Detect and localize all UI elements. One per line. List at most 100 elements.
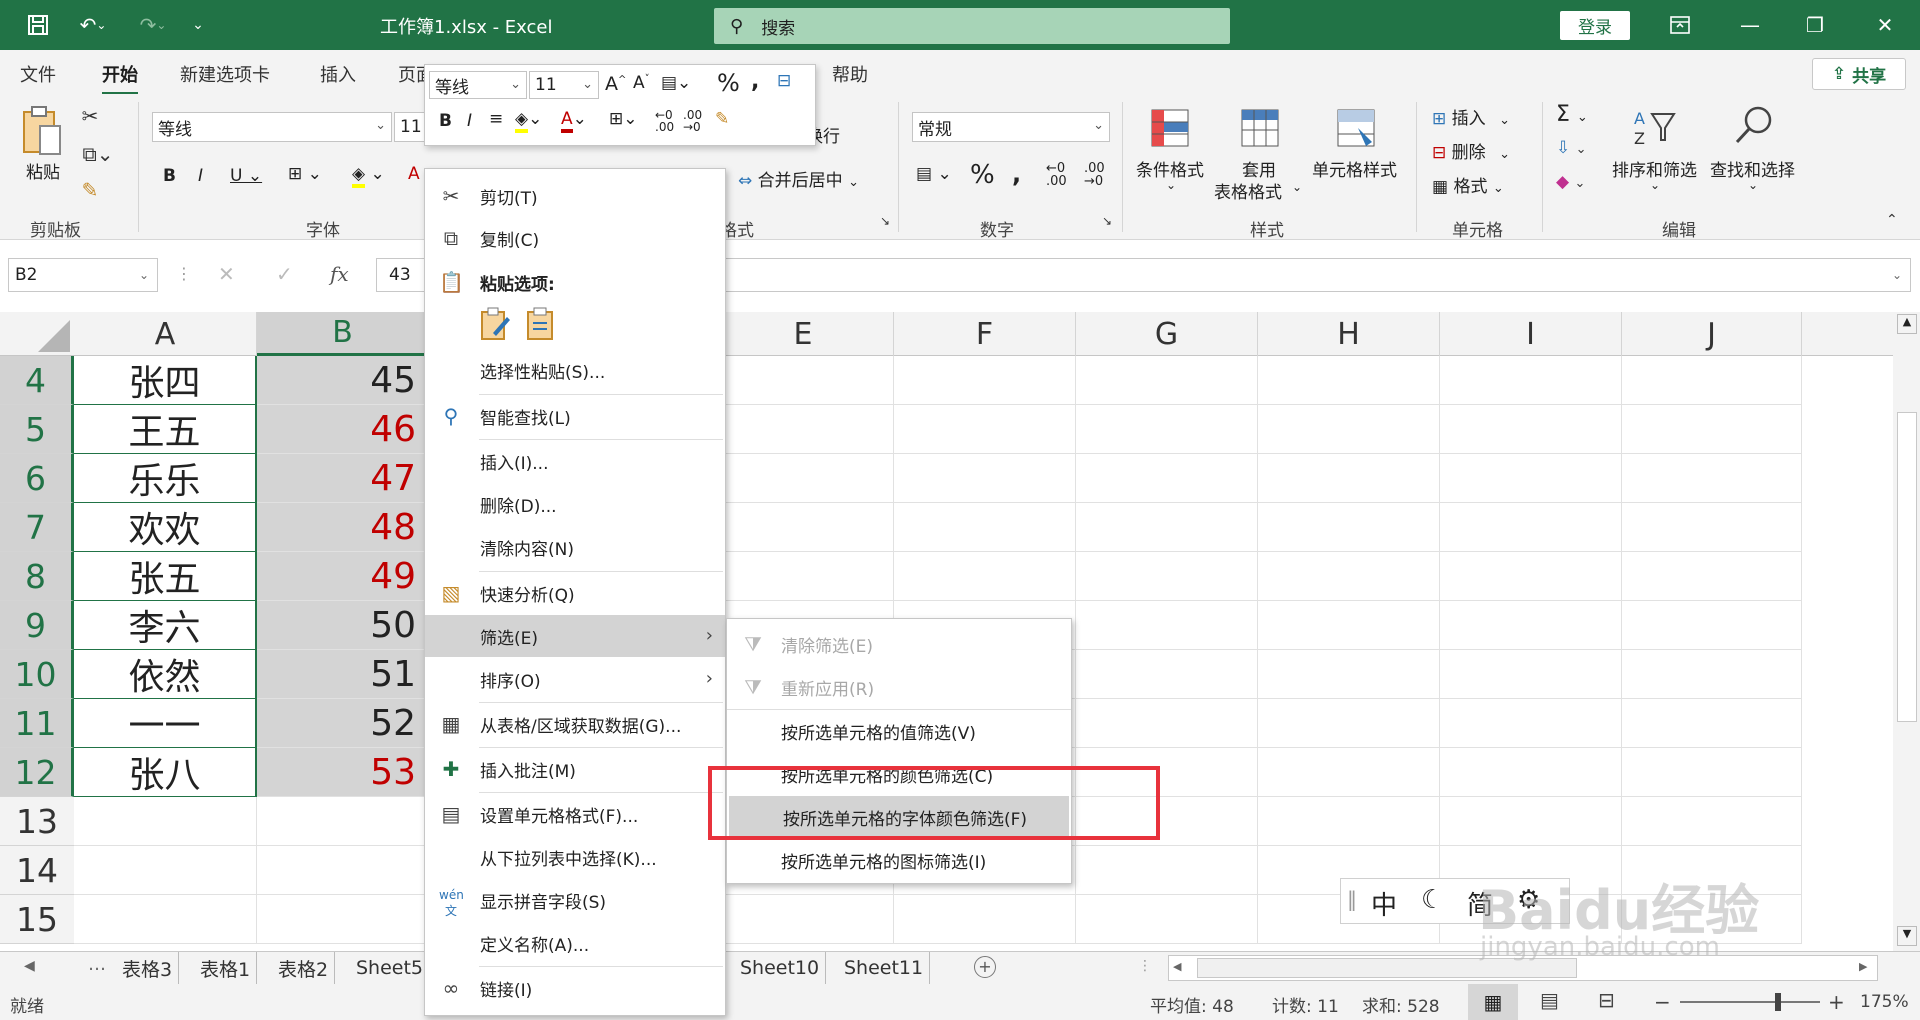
sheet-tab[interactable]: 表格3 (116, 952, 180, 984)
cell-empty[interactable] (1076, 699, 1258, 748)
column-header-j[interactable]: J (1622, 312, 1802, 356)
cell-empty[interactable] (894, 454, 1076, 503)
cell-empty[interactable] (1258, 748, 1440, 797)
row-header[interactable]: 7 (0, 503, 74, 552)
cell-empty[interactable] (1622, 797, 1802, 846)
drag-handle-icon[interactable]: ‖ (1347, 887, 1357, 911)
cell-empty[interactable] (1076, 650, 1258, 699)
redo-icon[interactable]: ↷ ⌄ (128, 0, 178, 50)
merge-icon[interactable]: ⊟ (777, 71, 791, 91)
tab-new[interactable]: 新建选项卡 (180, 61, 270, 87)
sheet-tab[interactable]: Sheet10 (734, 952, 827, 984)
mini-fill-color-icon[interactable]: ◈⌄ (515, 109, 542, 133)
cell-b[interactable] (257, 797, 429, 846)
conditional-format-icon[interactable] (1150, 108, 1190, 148)
percent-icon[interactable]: % (970, 160, 995, 190)
close-icon[interactable]: ✕ (1865, 0, 1905, 50)
center-align-icon[interactable]: ≡ (489, 109, 503, 129)
cell-empty[interactable] (1258, 699, 1440, 748)
cell-styles-label[interactable]: 单元格样式 (1312, 156, 1397, 181)
cell-b[interactable] (257, 846, 429, 895)
cell-a[interactable]: 张四 (74, 356, 257, 405)
cell-empty[interactable] (1076, 846, 1258, 895)
row-header[interactable]: 4 (0, 356, 74, 405)
percent-icon[interactable]: % (717, 69, 740, 97)
zoom-slider[interactable] (1680, 993, 1820, 1011)
cell-empty[interactable] (1622, 405, 1802, 454)
cell-a[interactable]: 张五 (74, 552, 257, 601)
search-box[interactable]: ⚲ 搜索 (714, 8, 1230, 44)
zoom-slider-thumb[interactable] (1775, 993, 1781, 1011)
fill-icon[interactable]: ⇩ ⌄ (1556, 138, 1587, 158)
cell-empty[interactable] (1076, 552, 1258, 601)
find-select-icon[interactable] (1732, 104, 1776, 148)
ribbon-display-icon[interactable] (1660, 0, 1700, 50)
cell-empty[interactable] (1440, 699, 1622, 748)
column-header-b[interactable]: B (257, 312, 429, 356)
row-header[interactable]: 9 (0, 601, 74, 650)
cell-empty[interactable] (894, 552, 1076, 601)
bold-icon[interactable]: B (163, 166, 176, 186)
italic-icon[interactable]: I (198, 166, 203, 186)
cell-b[interactable]: 49 (257, 552, 429, 601)
page-break-view-icon[interactable]: ⊟ (1598, 988, 1615, 1012)
tab-file[interactable]: 文件 (20, 61, 56, 87)
name-box[interactable]: B2 ⌄ (8, 258, 158, 292)
menu-item-define-name[interactable]: 定义名称(A)... (425, 922, 725, 964)
column-header-g[interactable]: G (1076, 312, 1258, 356)
cell-b[interactable]: 46 (257, 405, 429, 454)
insert-cells-button[interactable]: ⊞ 插入 ⌄ (1432, 104, 1510, 129)
cell-empty[interactable] (1258, 552, 1440, 601)
comma-style-icon[interactable]: , (751, 69, 759, 94)
cell-empty[interactable] (894, 356, 1076, 405)
cell-b[interactable]: 45 (257, 356, 429, 405)
clear-icon[interactable]: ◆ ⌄ (1556, 172, 1585, 192)
tab-home[interactable]: 开始 (102, 61, 138, 95)
row-header[interactable]: 10 (0, 650, 74, 699)
copy-icon[interactable]: ⧉⌄ (78, 142, 118, 166)
cell-empty[interactable] (1076, 405, 1258, 454)
add-sheet-icon[interactable]: + (974, 956, 996, 978)
cell-empty[interactable] (1440, 650, 1622, 699)
cell-a[interactable] (74, 846, 257, 895)
cell-empty[interactable] (1622, 699, 1802, 748)
menu-item-delete[interactable]: 删除(D)... (425, 483, 725, 525)
collapse-ribbon-icon[interactable]: ⌃ (1886, 212, 1898, 228)
save-icon[interactable] (18, 0, 58, 50)
column-header-h[interactable]: H (1258, 312, 1440, 356)
format-as-table-label-2[interactable]: 表格格式 (1214, 178, 1282, 203)
tab-help[interactable]: 帮助 (832, 61, 868, 87)
menu-item-sort[interactable]: 排序(O) › (425, 658, 725, 700)
format-cells-button[interactable]: ▦ 格式 ⌄ (1432, 172, 1504, 197)
tab-insert[interactable]: 插入 (320, 61, 356, 87)
moon-icon[interactable]: ☾ (1421, 885, 1444, 915)
accounting-icon[interactable]: ▤ ⌄ (916, 164, 952, 184)
restore-icon[interactable]: ❐ (1795, 0, 1835, 50)
prev-sheet-icon[interactable]: ◀ (24, 958, 35, 974)
cell-empty[interactable] (1622, 552, 1802, 601)
cell-empty[interactable] (1258, 797, 1440, 846)
menu-item-clear-contents[interactable]: 清除内容(N) (425, 526, 725, 568)
underline-icon[interactable]: U ⌄ (230, 166, 262, 186)
submenu-item-filter-by-icon[interactable]: 按所选单元格的图标筛选(I) (727, 839, 1071, 881)
cell-a[interactable]: 依然 (74, 650, 257, 699)
cell-b[interactable]: 50 (257, 601, 429, 650)
zoom-out-icon[interactable]: − (1654, 990, 1671, 1014)
cell-empty[interactable] (1258, 503, 1440, 552)
shrink-font-icon[interactable]: A˅ (633, 73, 650, 93)
menu-item-copy[interactable]: ⧉ 复制(C) (425, 217, 725, 259)
sheet-tab[interactable]: 表格2 (272, 952, 336, 984)
font-name-combo[interactable]: 等线 ⌄ (152, 112, 392, 142)
cell-empty[interactable] (712, 356, 894, 405)
menu-item-filter[interactable]: 筛选(E) › (425, 615, 725, 657)
cell-empty[interactable] (712, 503, 894, 552)
cell-empty[interactable] (1622, 503, 1802, 552)
undo-icon[interactable]: ↶ ⌄ (68, 0, 118, 50)
font-size-combo[interactable]: 11 (394, 112, 426, 142)
scroll-up-icon[interactable]: ▲ (1897, 314, 1917, 334)
cell-b[interactable]: 51 (257, 650, 429, 699)
menu-item-smart-lookup[interactable]: ⚲ 智能查找(L) (425, 395, 725, 437)
menu-item-phonetic[interactable]: wén 文显示拼音字段(S) (425, 879, 725, 921)
cell-a[interactable]: 王五 (74, 405, 257, 454)
merge-center-button[interactable]: ⇔ 合并后居中 ⌄ (738, 166, 859, 191)
